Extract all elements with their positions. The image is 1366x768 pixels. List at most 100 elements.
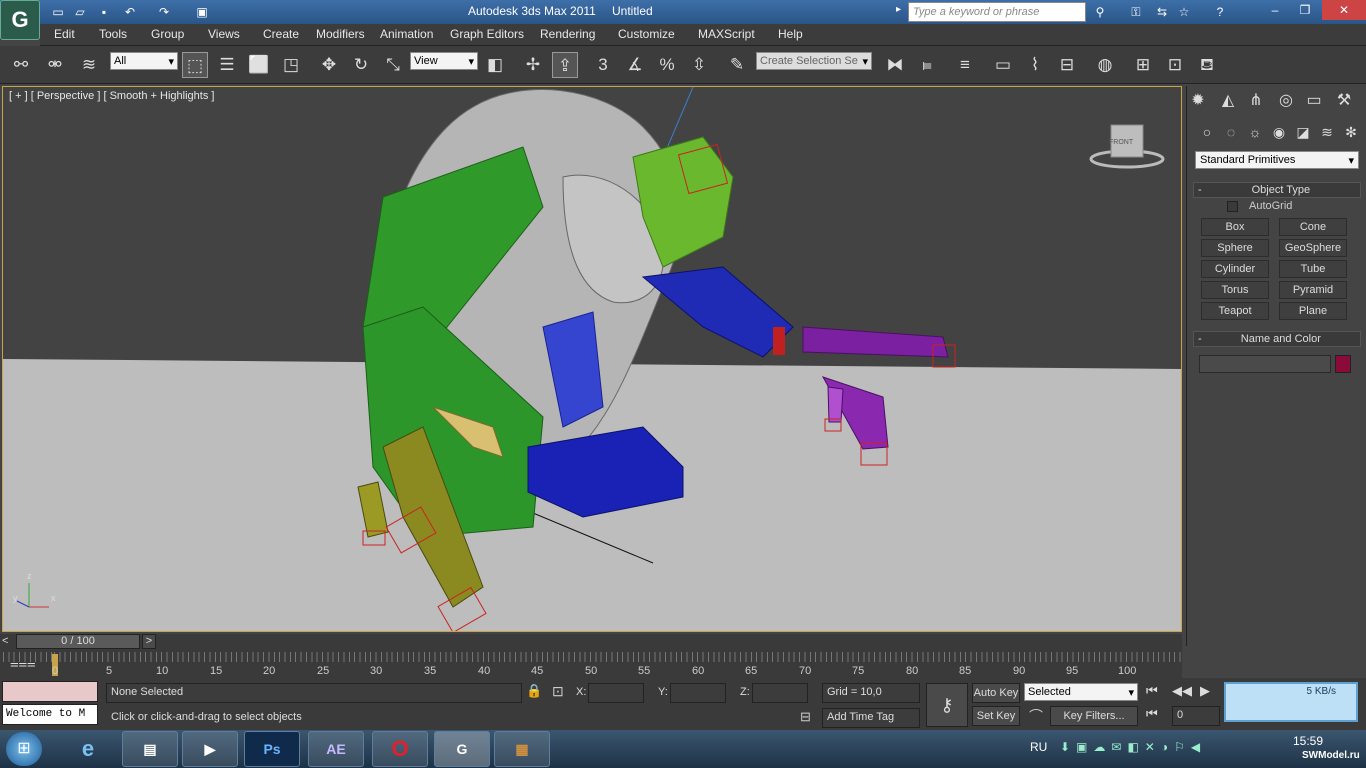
time-tag-icon[interactable]: ⊟: [800, 709, 811, 725]
space-warps-icon[interactable]: ≋: [1317, 122, 1337, 142]
object-type-rollout[interactable]: - Object Type: [1193, 182, 1361, 198]
object-category-dropdown[interactable]: Standard Primitives ▾: [1195, 151, 1359, 169]
internet-explorer-icon[interactable]: e: [68, 732, 108, 766]
viewcube-face-label[interactable]: FRONT: [1109, 139, 1133, 146]
set-key-button[interactable]: Set Key: [972, 706, 1020, 726]
previous-frame-icon[interactable]: ◀◀: [1172, 683, 1192, 699]
torus-button[interactable]: Torus: [1201, 281, 1269, 299]
time-slider[interactable]: [0, 634, 1182, 650]
help-icon[interactable]: ?: [1210, 3, 1230, 21]
photoshop-icon[interactable]: Ps: [244, 731, 300, 767]
play-icon[interactable]: ▶: [1200, 683, 1210, 699]
rotate-icon[interactable]: ↻: [348, 52, 374, 78]
hierarchy-tab-icon[interactable]: ⋔: [1245, 90, 1267, 112]
pivot-center-icon[interactable]: ◧: [482, 52, 508, 78]
go-to-start-icon[interactable]: ⏮: [1146, 683, 1158, 699]
key-filters-button[interactable]: Key Filters...: [1050, 706, 1138, 726]
selection-filter-dropdown[interactable]: All ▾: [110, 52, 178, 70]
geosphere-button[interactable]: GeoSphere: [1279, 239, 1347, 257]
teapot-button[interactable]: Teapot: [1201, 302, 1269, 320]
explorer-icon[interactable]: ▤: [122, 731, 178, 767]
add-time-tag[interactable]: Add Time Tag: [822, 708, 920, 728]
key-mode-toggle-icon[interactable]: ⏮: [1146, 706, 1158, 722]
shapes-icon[interactable]: ◌: [1221, 122, 1241, 142]
move-icon[interactable]: ✥: [316, 52, 342, 78]
start-button[interactable]: ⊞: [6, 732, 42, 766]
language-indicator[interactable]: RU: [1030, 740, 1047, 754]
object-color-swatch[interactable]: [1335, 355, 1351, 373]
minimize-button[interactable]: ‒: [1260, 0, 1290, 20]
maxscript-listener-input[interactable]: [2, 681, 98, 702]
current-frame-input[interactable]: 0: [1172, 706, 1220, 726]
absolute-mode-icon[interactable]: ⊡: [552, 683, 564, 700]
menu-help[interactable]: Help: [778, 27, 803, 41]
after-effects-icon[interactable]: AE: [308, 731, 364, 767]
utilities-tab-icon[interactable]: ⚒: [1333, 90, 1355, 112]
helpers-icon[interactable]: ◪: [1293, 122, 1313, 142]
rectangular-selection-icon[interactable]: ⬜: [246, 52, 272, 78]
key-mode-dropdown[interactable]: Selected ▾: [1024, 683, 1138, 701]
bind-space-warp-icon[interactable]: ≋: [76, 52, 102, 78]
object-name-input[interactable]: [1199, 355, 1331, 373]
window-crossing-icon[interactable]: ◳: [278, 52, 304, 78]
systems-icon[interactable]: ✻: [1341, 122, 1361, 142]
search-expand-icon[interactable]: ▸: [896, 4, 901, 15]
z-coordinate-input[interactable]: [752, 683, 808, 703]
scale-icon[interactable]: ⤡: [380, 52, 406, 78]
display-tab-icon[interactable]: ▭: [1303, 90, 1325, 112]
select-object-icon[interactable]: ⬚: [182, 52, 208, 78]
project-folder-icon[interactable]: ▣: [192, 3, 212, 21]
modify-tab-icon[interactable]: ◭: [1217, 90, 1239, 112]
menu-tools[interactable]: Tools: [99, 27, 127, 41]
material-editor-icon[interactable]: ◍: [1092, 52, 1118, 78]
plane-button[interactable]: Plane: [1279, 302, 1347, 320]
redo-icon[interactable]: ↷: [154, 3, 174, 21]
snaps-toggle-icon[interactable]: 3: [590, 52, 616, 78]
winrar-icon[interactable]: ▦: [494, 731, 550, 767]
default-tangent-icon[interactable]: ⌒: [1024, 706, 1048, 726]
render-teapot-icon[interactable]: ⛾: [1194, 52, 1220, 78]
rendered-frame-window-icon[interactable]: ⊡: [1162, 52, 1188, 78]
name-and-color-rollout[interactable]: - Name and Color: [1193, 331, 1361, 347]
select-by-name-icon[interactable]: ☰: [214, 52, 240, 78]
network-speed-widget[interactable]: 5 KB/s: [1224, 682, 1358, 722]
new-file-icon[interactable]: ▭: [48, 3, 68, 21]
reference-coordinate-dropdown[interactable]: View ▾: [410, 52, 478, 70]
mirror-icon[interactable]: ⧓: [882, 52, 908, 78]
search-input[interactable]: Type a keyword or phrase: [908, 2, 1086, 22]
open-file-icon[interactable]: ▱: [70, 3, 90, 21]
app-logo-button[interactable]: G: [0, 0, 40, 40]
3ds-max-icon[interactable]: G: [434, 731, 490, 767]
select-manipulate-icon[interactable]: ✢: [520, 52, 546, 78]
angle-snap-icon[interactable]: ∡: [622, 52, 648, 78]
set-key-icon[interactable]: ⚷: [926, 683, 968, 727]
tube-button[interactable]: Tube: [1279, 260, 1347, 278]
undo-icon[interactable]: ↶: [120, 3, 140, 21]
media-player-icon[interactable]: ▶: [182, 731, 238, 767]
layer-manager-icon[interactable]: ≡: [952, 52, 978, 78]
menu-edit[interactable]: Edit: [54, 27, 75, 41]
menu-customize[interactable]: Customize: [618, 27, 675, 41]
selection-lock-icon[interactable]: 🔒: [526, 683, 542, 699]
menu-graph-editors[interactable]: Graph Editors: [450, 27, 524, 41]
perspective-viewport[interactable]: z x y [ + ] [ Perspective ] [ Smooth + H…: [2, 86, 1182, 632]
mini-curve-editor-icon[interactable]: ⩶: [10, 655, 36, 672]
keyboard-shortcut-override-icon[interactable]: ⇪: [552, 52, 578, 78]
curve-editor-icon[interactable]: ⌇: [1022, 52, 1048, 78]
cone-button[interactable]: Cone: [1279, 218, 1347, 236]
menu-modifiers[interactable]: Modifiers: [316, 27, 365, 41]
subscription-icon[interactable]: ⚿: [1126, 3, 1146, 21]
unlink-icon[interactable]: ⚮: [42, 52, 68, 78]
menu-group[interactable]: Group: [151, 27, 184, 41]
opera-icon[interactable]: O: [372, 731, 428, 767]
communication-icon[interactable]: ⇆: [1152, 3, 1172, 21]
tray-icons[interactable]: ⬇▣☁✉◧✕◑⚐◀: [1060, 740, 1206, 754]
schematic-view-icon[interactable]: ⊟: [1054, 52, 1080, 78]
auto-key-button[interactable]: Auto Key: [972, 683, 1020, 703]
menu-animation[interactable]: Animation: [380, 27, 433, 41]
menu-maxscript[interactable]: MAXScript: [698, 27, 755, 41]
cameras-icon[interactable]: ◉: [1269, 122, 1289, 142]
pyramid-button[interactable]: Pyramid: [1279, 281, 1347, 299]
render-setup-icon[interactable]: ⊞: [1130, 52, 1156, 78]
binoculars-icon[interactable]: ⚲: [1090, 3, 1110, 21]
